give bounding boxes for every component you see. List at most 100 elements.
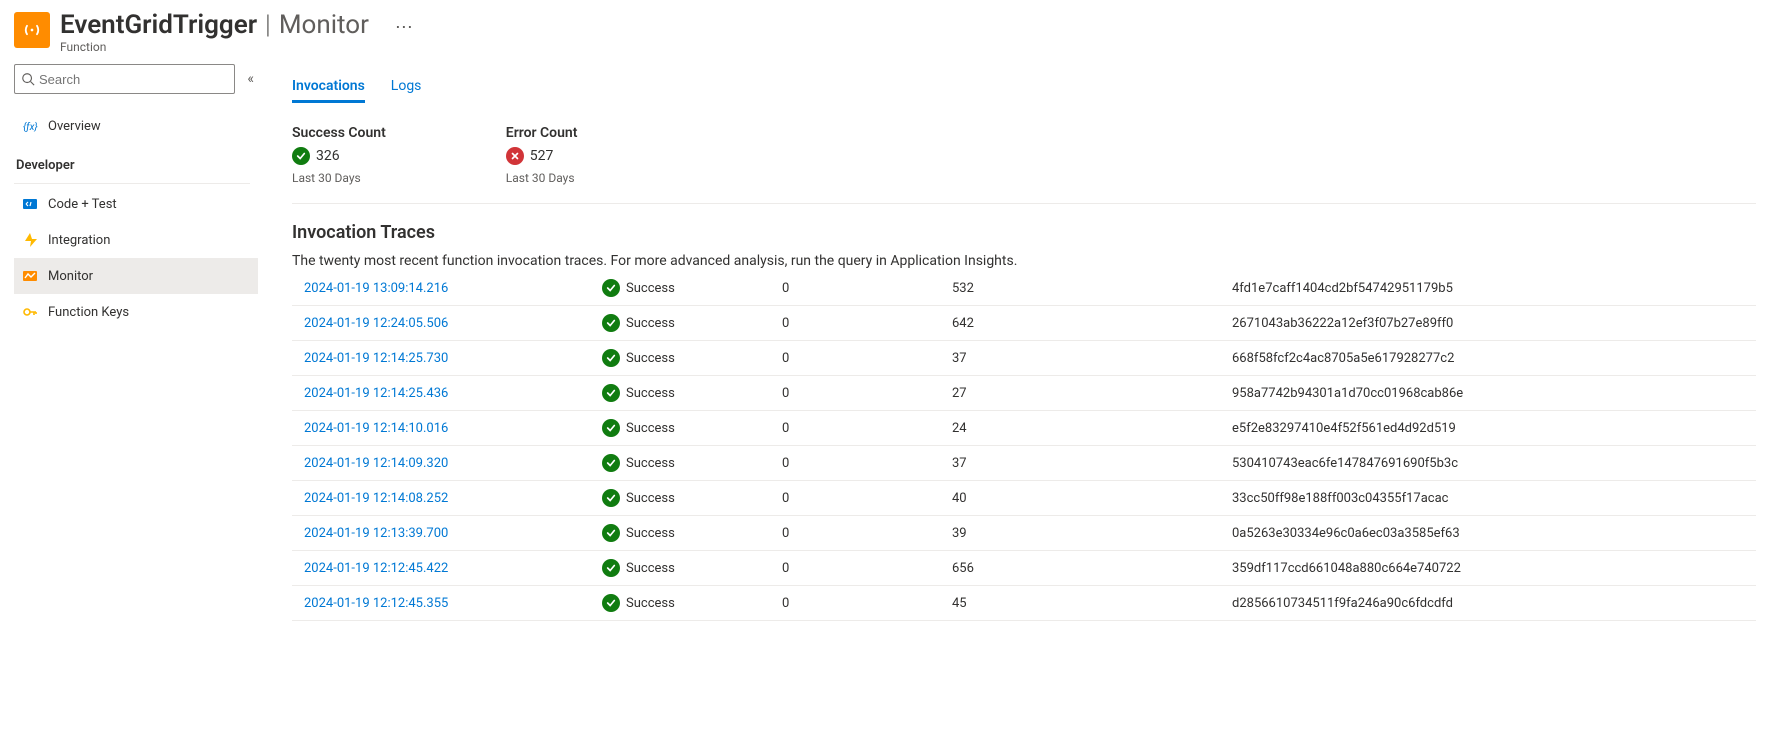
function-app-icon [14, 12, 50, 48]
trace-timestamp-link[interactable]: 2024-01-19 12:14:25.436 [304, 386, 448, 401]
main-content: Invocations Logs Success Count 326 Last … [258, 60, 1778, 621]
trace-timestamp-link[interactable]: 2024-01-19 12:14:25.730 [304, 351, 448, 366]
trace-col-b: 39 [942, 516, 1222, 551]
tab-invocations[interactable]: Invocations [292, 78, 365, 103]
trace-operation-id: 0a5263e30334e96c0a6ec03a3585ef63 [1222, 516, 1756, 551]
error-icon [506, 147, 524, 165]
trace-status-label: Success [626, 351, 675, 366]
success-icon [602, 314, 620, 332]
trace-operation-id: d2856610734511f9fa246a90c6fdcdfd [1222, 586, 1756, 621]
trace-timestamp-link[interactable]: 2024-01-19 12:12:45.422 [304, 561, 448, 576]
sidebar-item-monitor[interactable]: Monitor [14, 258, 258, 294]
invocation-traces-description: The twenty most recent function invocati… [292, 253, 1756, 269]
table-row: 2024-01-19 12:14:25.436Success027958a774… [292, 376, 1756, 411]
integration-icon [22, 232, 38, 248]
page-title: EventGridTrigger [60, 10, 257, 40]
trace-timestamp-link[interactable]: 2024-01-19 12:13:39.700 [304, 526, 448, 541]
collapse-sidebar-button[interactable]: « [243, 67, 258, 91]
sidebar-divider [14, 183, 250, 184]
sidebar-item-label: Monitor [48, 269, 93, 284]
success-count-value: 326 [316, 148, 340, 164]
table-row: 2024-01-19 12:24:05.506Success0642267104… [292, 306, 1756, 341]
trace-timestamp-link[interactable]: 2024-01-19 12:14:09.320 [304, 456, 448, 471]
trace-operation-id: 33cc50ff98e188ff003c04355f17acac [1222, 481, 1756, 516]
table-row: 2024-01-19 12:12:45.422 Success 0656359df1… [292, 551, 1756, 586]
code-test-icon [22, 196, 38, 212]
more-actions-button[interactable]: ⋯ [395, 17, 413, 38]
sidebar-item-label: Function Keys [48, 305, 129, 320]
page-title-section: Monitor [279, 10, 369, 40]
trace-col-b: 656 [942, 551, 1222, 586]
trace-col-a: 0 [772, 341, 942, 376]
trace-col-a: 0 [772, 273, 942, 306]
success-icon [602, 279, 620, 297]
trace-col-b: 45 [942, 586, 1222, 621]
trace-timestamp-link[interactable]: 2024-01-19 12:14:08.252 [304, 491, 448, 506]
trace-status-label: Success [626, 491, 675, 506]
trace-col-b: 532 [942, 273, 1222, 306]
trace-col-b: 642 [942, 306, 1222, 341]
success-count-label: Success Count [292, 125, 386, 141]
trace-timestamp-link[interactable]: 2024-01-19 12:24:05.506 [304, 316, 448, 331]
success-count-period: Last 30 Days [292, 171, 386, 185]
trace-col-a: 0 [772, 446, 942, 481]
trace-status-label: Success [626, 316, 675, 331]
trace-col-a: 0 [772, 516, 942, 551]
trace-table: 2024-01-19 13:09:14.216Success05324fd1e7… [292, 273, 1756, 621]
title-separator: | [265, 10, 271, 40]
counter-row: Success Count 326 Last 30 Days Error Cou… [292, 125, 1756, 204]
error-count-period: Last 30 Days [506, 171, 578, 185]
page-subtitle: Function [60, 40, 413, 54]
sidebar-item-label: Integration [48, 233, 110, 248]
svg-text:{ƒx}: {ƒx} [23, 121, 38, 133]
table-row: 2024-01-19 13:09:14.216Success05324fd1e7… [292, 273, 1756, 306]
overview-icon: {ƒx} [22, 118, 38, 134]
error-counter: Error Count 527 Last 30 Days [506, 125, 578, 185]
trace-status-label: Success [626, 456, 675, 471]
trace-operation-id: e5f2e83297410e4f52f561ed4d92d519 [1222, 411, 1756, 446]
trace-status-label: Success [626, 281, 675, 296]
trace-operation-id: 2671043ab36222a12ef3f07b27e89ff0 [1222, 306, 1756, 341]
success-icon [602, 419, 620, 437]
error-count-value: 527 [530, 148, 554, 164]
success-icon [602, 524, 620, 542]
sidebar-section-developer: Developer [14, 144, 258, 179]
page-header: EventGridTrigger | Monitor ⋯ Function [0, 0, 1778, 60]
trace-operation-id: 359df117ccd661048a880c664e740722 [1222, 551, 1756, 586]
invocation-traces-heading: Invocation Traces [292, 222, 1756, 243]
trace-timestamp-link[interactable]: 2024-01-19 12:14:10.016 [304, 421, 448, 436]
error-count-label: Error Count [506, 125, 578, 141]
success-icon [602, 349, 620, 367]
trace-status-label: Success [626, 561, 675, 576]
trace-col-a: 0 [772, 551, 942, 586]
trace-col-b: 37 [942, 341, 1222, 376]
trace-col-a: 0 [772, 376, 942, 411]
sidebar-item-function-keys[interactable]: Function Keys [14, 294, 258, 330]
sidebar: « {ƒx} Overview Developer Code + Test [0, 60, 258, 621]
sidebar-item-overview[interactable]: {ƒx} Overview [14, 108, 258, 144]
trace-timestamp-link[interactable]: 2024-01-19 12:12:45.355 [304, 596, 448, 611]
search-input[interactable] [35, 72, 228, 87]
sidebar-item-code-test[interactable]: Code + Test [14, 186, 258, 222]
search-icon [21, 72, 35, 86]
success-counter: Success Count 326 Last 30 Days [292, 125, 386, 185]
trace-status-label: Success [626, 596, 675, 611]
table-row: 2024-01-19 12:14:10.016Success024e5f2e83… [292, 411, 1756, 446]
tab-bar: Invocations Logs [292, 78, 1756, 103]
table-row: 2024-01-19 12:12:45.355 Success 045d285661… [292, 586, 1756, 621]
tab-logs[interactable]: Logs [391, 78, 422, 103]
trace-col-a: 0 [772, 586, 942, 621]
trace-col-a: 0 [772, 411, 942, 446]
success-icon [602, 454, 620, 472]
trace-col-b: 27 [942, 376, 1222, 411]
sidebar-search[interactable] [14, 64, 235, 94]
table-row: 2024-01-19 12:14:09.320Success0375304107… [292, 446, 1756, 481]
table-row: 2024-01-19 12:14:08.252Success04033cc50f… [292, 481, 1756, 516]
sidebar-item-label: Code + Test [48, 197, 117, 212]
trace-timestamp-link[interactable]: 2024-01-19 13:09:14.216 [304, 281, 448, 296]
sidebar-item-integration[interactable]: Integration [14, 222, 258, 258]
trace-status-label: Success [626, 421, 675, 436]
trace-col-b: 37 [942, 446, 1222, 481]
trace-operation-id: 668f58fcf2c4ac8705a5e617928277c2 [1222, 341, 1756, 376]
sidebar-item-label: Overview [48, 119, 101, 134]
